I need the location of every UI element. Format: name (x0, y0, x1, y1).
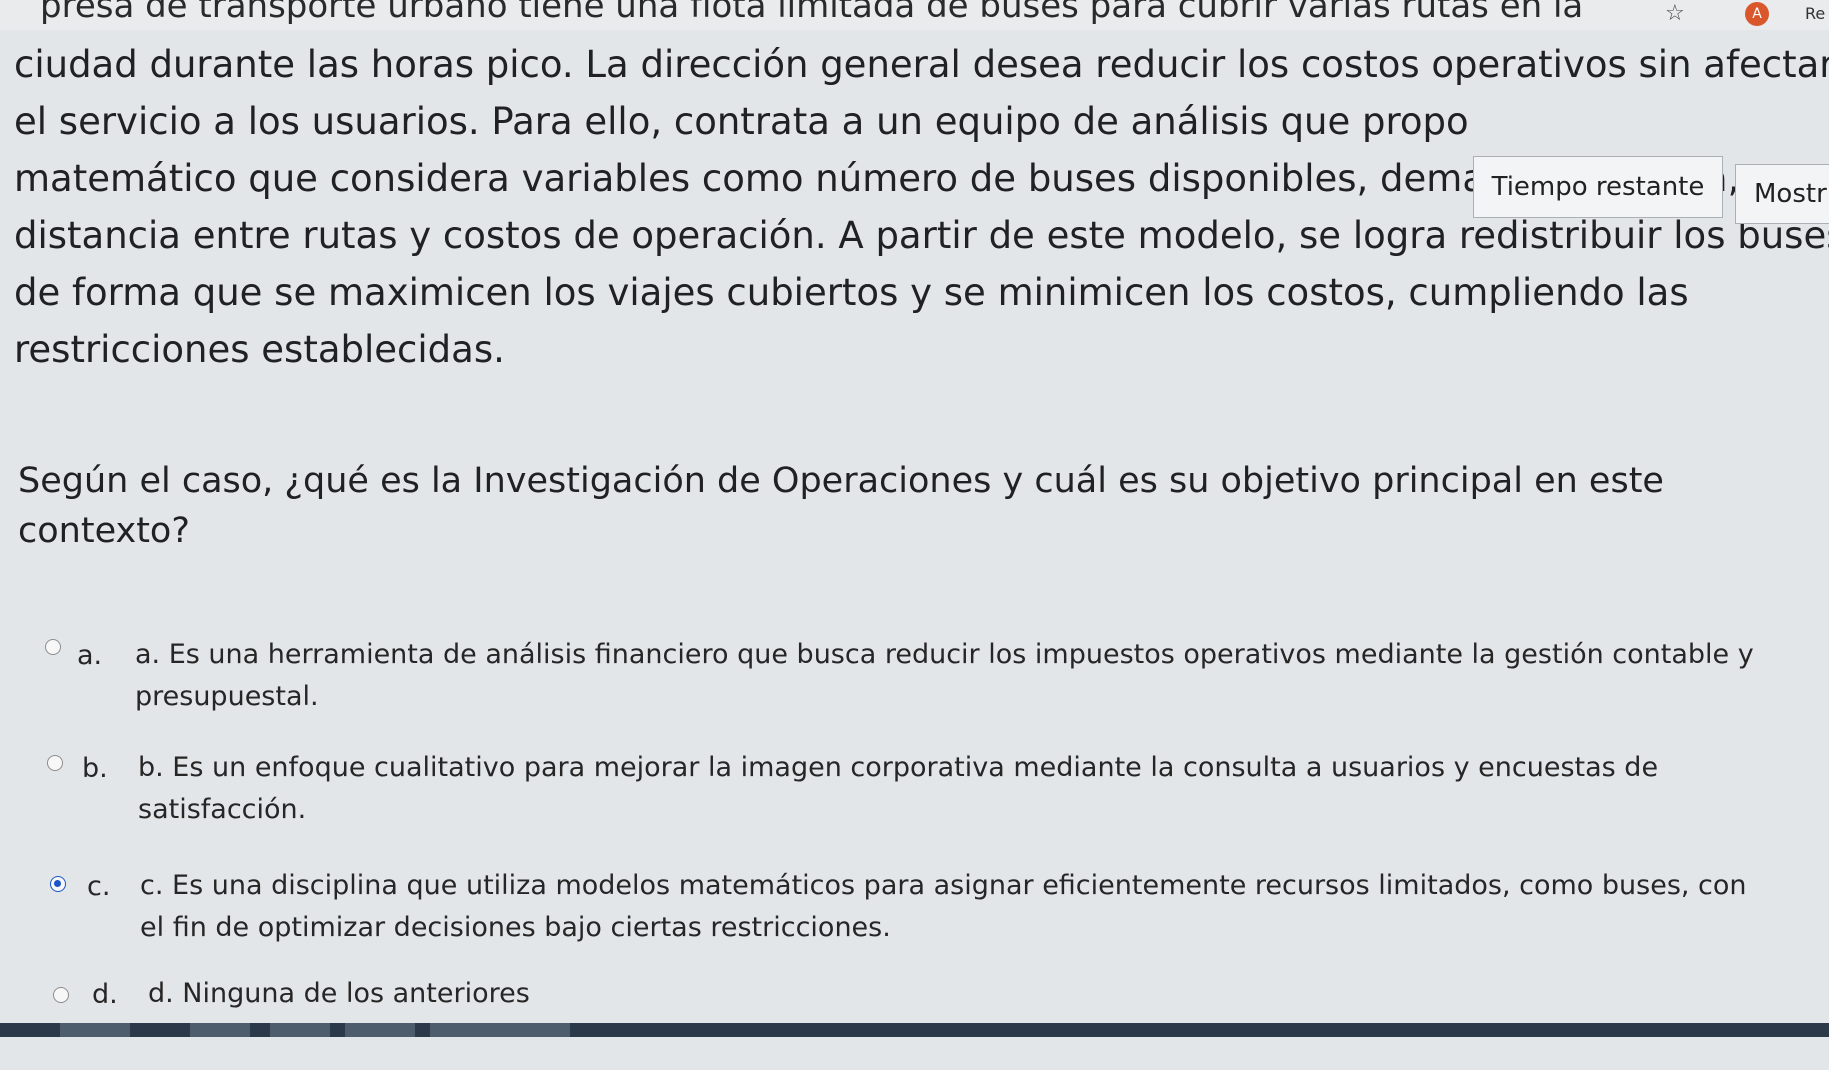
radio-option-c[interactable] (50, 876, 66, 892)
radio-option-b[interactable] (47, 755, 63, 771)
radio-option-a[interactable] (45, 639, 61, 655)
answer-option-c[interactable]: c. c. Es una disciplina que utiliza mode… (0, 855, 1829, 955)
radio-option-d[interactable] (53, 987, 69, 1003)
option-text-line-2: presupuestal. (135, 681, 319, 712)
taskbar-item[interactable] (430, 1023, 570, 1037)
case-text-line-0: presa de transporte urbano tiene una flo… (40, 0, 1584, 26)
option-letter: d. (92, 979, 118, 1010)
case-text-line-4: distancia entre rutas y costos de operac… (14, 214, 1829, 257)
case-text-line-5: de forma que se maximicen los viajes cub… (14, 271, 1689, 314)
option-text-line-2: satisfacción. (138, 794, 307, 825)
case-text-line-2: el servicio a los usuarios. Para ello, c… (14, 100, 1469, 143)
taskbar-item[interactable] (345, 1023, 415, 1037)
tab-fragment[interactable]: Re (1805, 4, 1825, 23)
option-text-line-1: c. Es una disciplina que utiliza modelos… (140, 870, 1747, 901)
taskbar-item[interactable] (60, 1023, 130, 1037)
taskbar-item[interactable] (190, 1023, 250, 1037)
case-text-line-6: restricciones establecidas. (14, 328, 505, 371)
taskbar (0, 1023, 1829, 1037)
star-icon[interactable]: ☆ (1665, 0, 1685, 28)
taskbar-item[interactable] (270, 1023, 330, 1037)
option-text-line-1: a. Es una herramienta de análisis financ… (135, 639, 1754, 670)
question-line-1: Según el caso, ¿qué es la Investigación … (18, 461, 1664, 501)
answer-option-a[interactable]: a. a. Es una herramienta de análisis fin… (0, 620, 1829, 720)
option-letter: b. (82, 753, 108, 784)
option-letter: c. (87, 871, 111, 902)
show-button[interactable]: Mostr (1735, 164, 1829, 224)
case-text-line-1: ciudad durante las horas pico. La direcc… (14, 43, 1829, 86)
answer-option-b[interactable]: b. b. Es un enfoque cualitativo para mej… (0, 735, 1829, 835)
profile-avatar[interactable]: A (1745, 2, 1769, 26)
option-text-line-1: b. Es un enfoque cualitativo para mejora… (138, 752, 1659, 783)
question-line-2: contexto? (18, 511, 190, 551)
option-text-line-1: d. Ninguna de los anteriores (148, 978, 530, 1009)
option-text-line-2: el fin de optimizar decisiones bajo cier… (140, 912, 891, 943)
time-remaining-indicator[interactable]: Tiempo restante (1473, 156, 1723, 218)
option-letter: a. (77, 640, 103, 671)
answer-option-d[interactable]: d. d. Ninguna de los anteriores (0, 970, 1829, 1070)
